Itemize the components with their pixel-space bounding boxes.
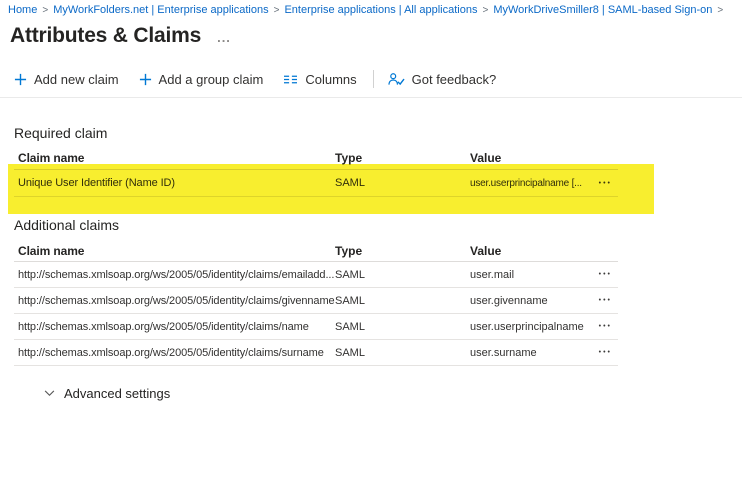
claim-name-cell[interactable]: http://schemas.xmlsoap.org/ws/2005/05/id…	[14, 347, 335, 359]
add-new-claim-label: Add new claim	[34, 72, 119, 87]
breadcrumb-separator: >	[42, 5, 48, 16]
breadcrumb-item-home[interactable]: Home	[8, 4, 37, 16]
row-more-menu-icon[interactable]: •••	[599, 297, 618, 304]
claim-name-cell[interactable]: http://schemas.xmlsoap.org/ws/2005/05/id…	[14, 321, 335, 333]
chevron-down-icon	[44, 390, 55, 397]
more-actions-icon[interactable]: ...	[217, 31, 231, 48]
breadcrumb-item-all-applications[interactable]: Enterprise applications | All applicatio…	[284, 4, 477, 16]
page-title: Attributes & Claims	[10, 24, 201, 48]
claim-type-cell: SAML	[335, 347, 470, 359]
table-header-row: Claim name Type Value	[14, 147, 618, 170]
claim-name-cell[interactable]: Unique User Identifier (Name ID)	[14, 177, 335, 189]
table-header-row: Claim name Type Value	[14, 240, 618, 262]
row-more-menu-icon[interactable]: •••	[599, 271, 618, 278]
columns-label: Columns	[305, 72, 356, 87]
table-row[interactable]: http://schemas.xmlsoap.org/ws/2005/05/id…	[14, 314, 618, 340]
column-header-claim-name: Claim name	[14, 151, 335, 165]
breadcrumb-item-enterprise-applications[interactable]: MyWorkFolders.net | Enterprise applicati…	[53, 4, 268, 16]
row-more-menu-icon[interactable]: •••	[599, 323, 618, 330]
claim-value-cell: user.surname	[470, 347, 584, 359]
additional-claims-table: Claim name Type Value http://schemas.xml…	[14, 240, 618, 366]
plus-icon	[139, 73, 152, 86]
claim-value-cell: user.userprincipalname	[470, 321, 584, 333]
columns-icon	[283, 73, 298, 86]
breadcrumb: Home > MyWorkFolders.net | Enterprise ap…	[8, 4, 728, 16]
column-header-type: Type	[335, 244, 470, 258]
claim-type-cell: SAML	[335, 177, 470, 189]
advanced-settings-label: Advanced settings	[64, 386, 170, 401]
feedback-icon	[388, 72, 405, 87]
required-claim-heading: Required claim	[14, 125, 107, 141]
claim-name-cell[interactable]: http://schemas.xmlsoap.org/ws/2005/05/id…	[14, 295, 335, 307]
columns-button[interactable]: Columns	[283, 72, 356, 87]
breadcrumb-separator: >	[717, 5, 723, 16]
plus-icon	[14, 73, 27, 86]
add-group-claim-label: Add a group claim	[159, 72, 264, 87]
table-row[interactable]: http://schemas.xmlsoap.org/ws/2005/05/id…	[14, 262, 618, 288]
got-feedback-button[interactable]: Got feedback?	[388, 72, 497, 87]
claim-value-cell: user.mail	[470, 269, 584, 281]
column-header-value: Value	[470, 151, 584, 165]
toolbar-rule	[0, 97, 742, 98]
claim-name-cell[interactable]: http://schemas.xmlsoap.org/ws/2005/05/id…	[14, 269, 335, 281]
column-header-claim-name: Claim name	[14, 244, 335, 258]
required-claims-table: Claim name Type Value Unique User Identi…	[14, 147, 618, 197]
claim-value-cell: user.givenname	[470, 295, 584, 307]
breadcrumb-item-saml-sign-on[interactable]: MyWorkDriveSmiller8 | SAML-based Sign-on	[493, 4, 712, 16]
row-more-menu-icon[interactable]: •••	[599, 349, 618, 356]
claim-type-cell: SAML	[335, 321, 470, 333]
breadcrumb-separator: >	[274, 5, 280, 16]
table-row[interactable]: http://schemas.xmlsoap.org/ws/2005/05/id…	[14, 288, 618, 314]
additional-claims-heading: Additional claims	[14, 217, 119, 233]
claim-value-cell: user.userprincipalname [...	[470, 178, 584, 189]
toolbar: Add new claim Add a group claim Columns …	[14, 66, 516, 92]
page-header: Attributes & Claims ...	[10, 24, 231, 48]
table-row[interactable]: http://schemas.xmlsoap.org/ws/2005/05/id…	[14, 340, 618, 366]
claim-type-cell: SAML	[335, 269, 470, 281]
claim-type-cell: SAML	[335, 295, 470, 307]
toolbar-divider	[373, 70, 374, 88]
column-header-type: Type	[335, 151, 470, 165]
add-group-claim-button[interactable]: Add a group claim	[139, 72, 264, 87]
advanced-settings-toggle[interactable]: Advanced settings	[44, 386, 170, 401]
row-more-menu-icon[interactable]: •••	[599, 180, 618, 187]
got-feedback-label: Got feedback?	[412, 72, 497, 87]
table-row[interactable]: Unique User Identifier (Name ID) SAML us…	[14, 170, 618, 197]
breadcrumb-separator: >	[482, 5, 488, 16]
add-new-claim-button[interactable]: Add new claim	[14, 72, 119, 87]
column-header-value: Value	[470, 244, 584, 258]
